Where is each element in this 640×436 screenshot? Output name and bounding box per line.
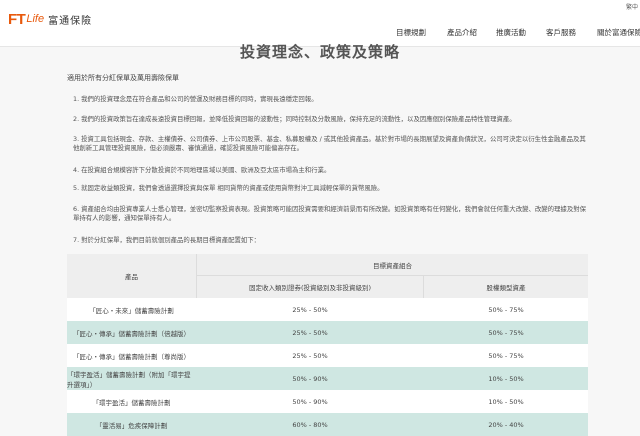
logo-life-text: Life [26,13,45,25]
table-row: 「匠心・傳承」儲蓄壽險計劃（倍越版） 25% - 50% 50% - 75% [67,321,588,344]
cell-product: 「環宇盈活」儲蓄壽險計劃（附加「環宇提升選項」） [67,370,191,389]
main-nav: 目標規劃 產品介紹 推廣活動 客戶服務 關於富通保險 [0,27,640,41]
cell-product: 「匠心・未來」儲蓄壽險計劃 [89,306,174,315]
cell-growth: 10% - 50% [488,374,524,383]
header-fixed-income: 固定收入類別證券(投資級別及非投資級別) [197,276,424,298]
table-row: 「靈活易」危疾保障計劃 60% - 80% 20% - 40% [67,413,588,436]
cell-fixed-income: 25% - 50% [292,328,328,337]
nav-item-about-us[interactable]: 關於富通保險 [597,27,640,38]
cell-growth: 50% - 75% [488,328,524,337]
cell-fixed-income: 60% - 80% [292,420,328,429]
nav-item-products[interactable]: 產品介紹 [447,27,477,38]
policy-item-3: 3. 投資工具包括現金、存款、主權債券、公司債券、上市公司股票、基金、私募股權及… [73,135,586,152]
cell-fixed-income: 50% - 90% [292,397,328,406]
cell-product: 「靈活易」危疾保障計劃 [95,421,168,430]
cell-growth: 10% - 50% [488,397,524,406]
table-row: 「環宇盈活」儲蓄壽險計劃 50% - 90% 10% - 50% [67,390,588,413]
nav-item-promotions[interactable]: 推廣活動 [496,27,526,38]
nav-item-customer-service[interactable]: 客戶服務 [546,27,576,38]
cell-product: 「匠心・傳承」儲蓄壽險計劃（尊尚版） [73,352,190,361]
policy-item-7: 7. 對於分紅保單，我們目前就個別產品的長期目標資產配置如下： [73,236,261,244]
ftlife-logo[interactable]: FT Life 富通保險 [8,10,93,28]
asset-allocation-table: 產品 目標資產組合 固定收入類別證券(投資級別及非投資級別) 股權類型資產 「匠… [67,254,588,436]
header-product: 產品 [67,254,197,298]
logo-ft-text: FT [8,10,26,28]
language-switch[interactable]: 繁中 [626,2,638,11]
table-row: 「環宇盈活」儲蓄壽險計劃（附加「環宇提升選項」） 50% - 90% 10% -… [67,367,588,390]
cell-fixed-income: 50% - 90% [292,374,328,383]
policy-item-2: 2. 我們的投資政策旨在達成長遠投資目標回報，並降低投資回報的波動性；同時控制及… [73,115,516,123]
header-growth-assets: 股權類型資產 [486,284,526,292]
table-row: 「匠心・傳承」儲蓄壽險計劃（尊尚版） 25% - 50% 50% - 75% [67,344,588,367]
cell-product: 「環宇盈活」儲蓄壽險計劃 [92,398,171,407]
table-header: 產品 目標資產組合 固定收入類別證券(投資級別及非投資級別) 股權類型資產 [67,254,588,298]
cell-fixed-income: 25% - 50% [292,351,328,360]
cell-growth: 50% - 75% [488,305,524,314]
section-subtitle: 適用於所有分紅保單及萬用壽險保單 [67,74,179,82]
policy-item-5: 5. 就固定收益類投資，我們會透過選擇投資與保單 相同貨幣的資產或使用貨幣對沖工… [73,184,384,192]
cell-product: 「匠心・傳承」儲蓄壽險計劃（倍越版） [73,329,190,338]
policy-item-1: 1. 我們的投資理念是在符合產品和公司的營運及財務目標的同時，實現長遠穩定回報。 [73,95,318,103]
header-target-portfolio: 目標資產組合 [197,254,588,276]
cell-fixed-income: 25% - 50% [292,305,328,314]
table-row: 「匠心・未來」儲蓄壽險計劃 25% - 50% 50% - 75% [67,298,588,321]
policy-item-4: 4. 在投資組合規模容許下分散投資於不同地理區域以美國、歐洲及亞太區市場為主和行… [73,166,331,174]
logo-chinese-text: 富通保險 [48,15,93,27]
top-navigation-bar: FT Life 富通保險 繁中 目標規劃 產品介紹 推廣活動 客戶服務 關於富通… [0,0,640,47]
policy-item-6: 6. 資產組合均由投資專業人士悉心管理，並密切監察投資表現。投資策略可能因投資需… [73,205,586,222]
cell-growth: 50% - 75% [488,351,524,360]
cell-growth: 20% - 40% [488,420,524,429]
page-title: 投資理念、政策及策略 [239,43,400,61]
nav-item-goal-planning[interactable]: 目標規劃 [396,27,426,38]
